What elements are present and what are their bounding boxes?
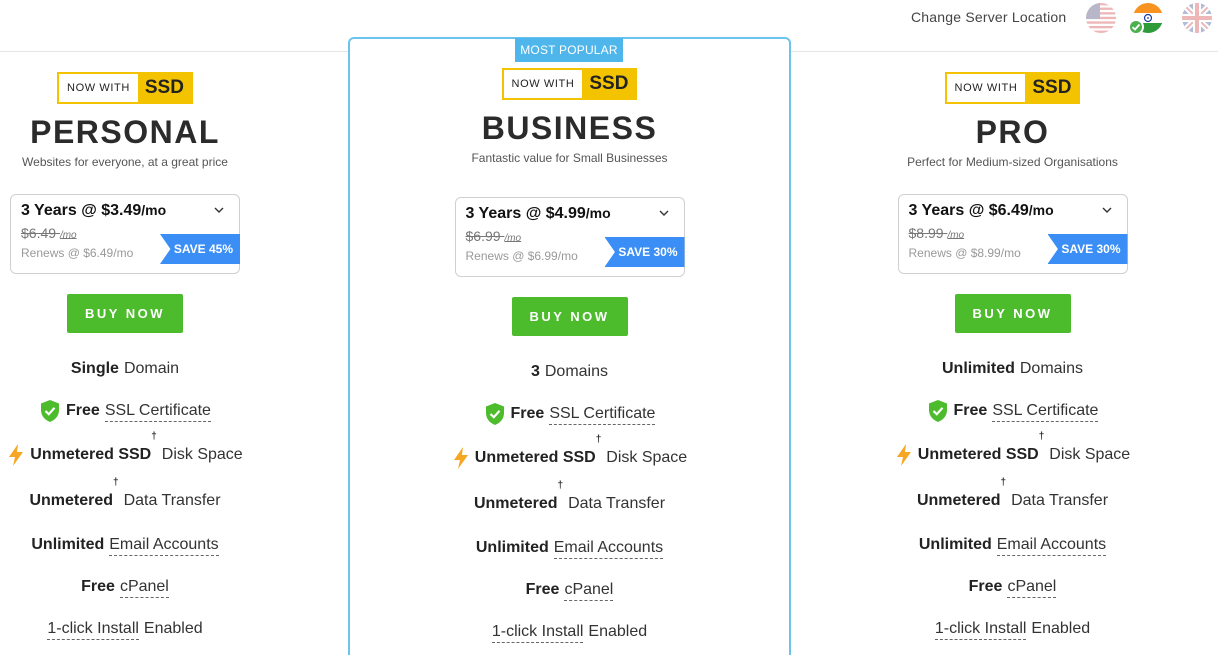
selected-check-icon [1128, 19, 1144, 35]
plan-description: Websites for everyone, at a great price [22, 155, 228, 169]
lightning-bolt-icon [452, 446, 470, 470]
feature-disk: Unmetered SSD† Disk Space [350, 435, 789, 481]
badge-now-with: NOW WITH [503, 70, 583, 98]
feature-email: Unlimited Email Accounts [350, 527, 789, 569]
term-price-select[interactable]: 3 Years @ $6.49/mo $8.99 /mo Renews @ $8… [897, 194, 1128, 274]
one-click-install-link[interactable]: 1-click Install [934, 619, 1027, 640]
plan-title: PERSONAL [30, 114, 220, 150]
feature-ssl: Free SSL Certificate [885, 390, 1140, 432]
now-with-ssd-badge: NOW WITH SSD [57, 72, 193, 104]
feature-email: Unlimited Email Accounts [885, 524, 1140, 566]
plan-business: MOST POPULAR NOW WITH SSD BUSINESS Fanta… [348, 37, 791, 655]
feature-cpanel: Free cPanel [350, 569, 789, 611]
chevron-down-icon[interactable] [1101, 204, 1113, 216]
now-with-ssd-badge: NOW WITH SSD [501, 68, 638, 100]
feature-list: Unlimited Domains Free SSL Certificate Unm… [885, 348, 1140, 650]
plan-pro: NOW WITH SSD PRO Perfect for Medium-size… [885, 52, 1140, 650]
feature-transfer: Unmetered† Data Transfer [473, 480, 666, 513]
plan-title: PRO [975, 114, 1050, 150]
email-accounts-link[interactable]: Email Accounts [996, 535, 1107, 556]
email-accounts-link[interactable]: Email Accounts [553, 538, 664, 559]
one-click-install-link[interactable]: 1-click Install [47, 619, 139, 640]
feature-cpanel: Free cPanel [885, 566, 1140, 608]
feature-domains: 3 Domains [530, 363, 609, 380]
shield-check-icon [927, 399, 949, 423]
term-price-select[interactable]: 3 Years @ $4.99/mo $6.99 /mo Renews @ $6… [454, 197, 685, 277]
feature-install: 1-click Install Enabled [350, 611, 789, 653]
cpanel-link[interactable]: cPanel [564, 580, 614, 601]
term-price-select[interactable]: 3 Years @ $3.49/mo $6.49 /mo Renews @ $6… [10, 194, 240, 274]
cpanel-link[interactable]: cPanel [119, 577, 169, 598]
one-click-install-link[interactable]: 1-click Install [491, 622, 584, 643]
feature-install: 1-click Install Enabled [885, 608, 1140, 650]
price-old: $6.49 /mo [21, 225, 77, 241]
renews-text: Renews @ $6.99/mo [465, 249, 578, 263]
chevron-down-icon[interactable] [213, 204, 225, 216]
change-server-location-label[interactable]: Change Server Location [911, 9, 1066, 25]
plan-description: Fantastic value for Small Businesses [471, 151, 668, 165]
shield-check-icon [39, 399, 61, 423]
renews-text: Renews @ $8.99/mo [908, 246, 1021, 260]
feature-ssl: Free SSL Certificate [350, 393, 789, 435]
badge-ssd: SSD [582, 70, 636, 98]
plan-personal: NOW WITH SSD PERSONAL Websites for every… [0, 52, 250, 650]
us-flag-icon[interactable] [1086, 3, 1116, 33]
buy-now-button[interactable]: BUY NOW [511, 297, 628, 336]
badge-ssd: SSD [137, 74, 191, 102]
save-badge: SAVE 30% [604, 237, 685, 267]
feature-disk: Unmetered SSD† Disk Space [885, 432, 1140, 478]
price-main: 3 Years @ $6.49/mo [908, 202, 1054, 219]
most-popular-badge: MOST POPULAR [515, 38, 623, 62]
feature-email: Unlimited Email Accounts [0, 524, 250, 566]
ssl-certificate-link[interactable]: SSL Certificate [549, 404, 656, 425]
feature-list: 3 Domains Free SSL Certificate Unmetered S… [350, 351, 789, 653]
shield-check-icon [484, 402, 506, 426]
feature-transfer: Unmetered† Data Transfer [29, 477, 221, 510]
renews-text: Renews @ $6.49/mo [21, 246, 134, 260]
badge-ssd: SSD [1025, 74, 1079, 102]
buy-now-button[interactable]: BUY NOW [67, 294, 183, 333]
feature-list: Single Domain Free SSL Certificate Unmeter… [0, 348, 250, 650]
feature-disk: Unmetered SSD† Disk Space [0, 432, 250, 478]
feature-install: 1-click Install Enabled [0, 608, 250, 650]
chevron-down-icon[interactable] [658, 207, 670, 219]
feature-domains: Unlimited Domains [941, 360, 1084, 377]
lightning-bolt-icon [895, 443, 913, 467]
price-main: 3 Years @ $4.99/mo [465, 205, 611, 222]
uk-flag-icon[interactable] [1182, 3, 1212, 33]
ssl-certificate-link[interactable]: SSL Certificate [104, 401, 211, 422]
feature-ssl: Free SSL Certificate [0, 390, 250, 432]
plan-description: Perfect for Medium-sized Organisations [907, 155, 1118, 169]
ssl-certificate-link[interactable]: SSL Certificate [992, 401, 1099, 422]
badge-now-with: NOW WITH [59, 74, 138, 102]
buy-now-button[interactable]: BUY NOW [954, 294, 1071, 333]
email-accounts-link[interactable]: Email Accounts [109, 535, 219, 556]
cpanel-link[interactable]: cPanel [1007, 577, 1057, 598]
price-main: 3 Years @ $3.49/mo [21, 202, 167, 219]
save-badge: SAVE 45% [160, 234, 240, 264]
save-badge: SAVE 30% [1047, 234, 1128, 264]
plan-title: BUSINESS [481, 110, 658, 146]
lightning-bolt-icon [7, 443, 25, 467]
badge-now-with: NOW WITH [946, 74, 1026, 102]
price-old: $8.99 /mo [908, 225, 965, 241]
feature-domains: Single Domain [70, 360, 180, 377]
feature-transfer: Unmetered† Data Transfer [916, 477, 1109, 510]
price-old: $6.99 /mo [465, 228, 522, 244]
feature-cpanel: Free cPanel [0, 566, 250, 608]
now-with-ssd-badge: NOW WITH SSD [944, 72, 1081, 104]
